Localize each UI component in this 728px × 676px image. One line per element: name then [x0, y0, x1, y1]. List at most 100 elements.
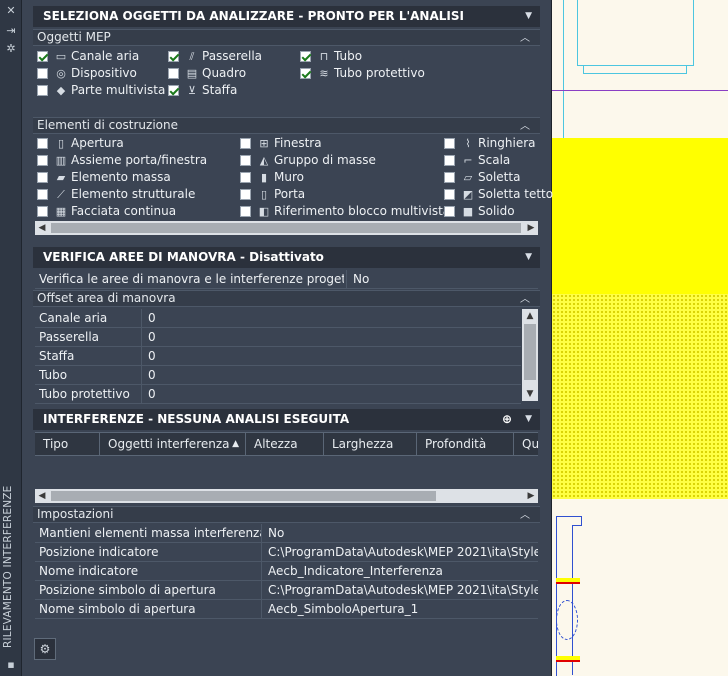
checkbox[interactable] — [240, 172, 251, 183]
cable-tray-icon: ⫽ — [189, 50, 195, 63]
scrollbar-thumb[interactable] — [51, 223, 521, 233]
column-header-objects[interactable]: Oggetti interferenza ▲ — [100, 433, 246, 455]
door-icon: ▯ — [260, 188, 268, 201]
settings-row[interactable]: Mantieni elementi massa interferenza all… — [35, 524, 538, 543]
maneuver-areas-header[interactable]: VERIFICA AREE DI MANOVRA - Disattivato ▼ — [33, 247, 540, 268]
property-value[interactable]: 0 — [141, 347, 519, 366]
pin-icon[interactable]: ⇥ — [3, 24, 19, 38]
group-title: Oggetti MEP — [37, 30, 111, 44]
solid-icon: ■ — [462, 205, 474, 218]
property-label: Tubo — [39, 368, 68, 382]
checkbox[interactable] — [300, 68, 311, 79]
chevron-up-icon[interactable]: ︿ — [520, 119, 530, 134]
zoom-icon[interactable]: ⊕ — [502, 409, 512, 430]
scroll-down-icon[interactable]: ▼ — [522, 387, 538, 401]
offset-row[interactable]: Passerella 0 — [35, 328, 521, 347]
scroll-left-icon[interactable]: ◀ — [35, 221, 49, 235]
checkbox[interactable] — [37, 189, 48, 200]
mep-objects-header[interactable]: Oggetti MEP ︿ — [33, 29, 540, 46]
offset-area-header[interactable]: Offset area di manovra ︿ — [33, 290, 540, 307]
palette-menu-icon[interactable]: ▪ — [3, 658, 19, 672]
building-elements-scrollbar[interactable]: ◀ ▶ — [35, 221, 538, 235]
property-value[interactable]: 0 — [141, 385, 519, 404]
property-label: Posizione simbolo di apertura — [39, 583, 216, 597]
offset-row[interactable]: Canale aria 0 — [35, 309, 521, 328]
property-value[interactable]: 0 — [141, 328, 519, 347]
property-value[interactable]: Aecb_SimboloApertura_1 — [261, 600, 538, 619]
checkbox-label: Soletta tetto — [478, 187, 554, 201]
chevron-up-icon[interactable]: ︿ — [520, 31, 530, 46]
checkbox[interactable] — [37, 155, 48, 166]
property-value[interactable]: No — [346, 270, 536, 289]
column-header-width[interactable]: Larghezza — [324, 433, 417, 455]
property-value[interactable]: C:\ProgramData\Autodesk\MEP 2021\ita\Sty… — [261, 581, 538, 600]
checkbox[interactable] — [37, 85, 48, 96]
settings-row[interactable]: Nome indicatore Aecb_Indicatore_Interfere… — [35, 562, 538, 581]
checkbox-label: Porta — [274, 187, 306, 201]
offset-row[interactable]: Tubo 0 — [35, 366, 521, 385]
chevron-down-icon[interactable]: ▼ — [525, 247, 532, 268]
scroll-right-icon[interactable]: ▶ — [524, 489, 538, 503]
checkbox[interactable] — [444, 138, 455, 149]
building-elements-header[interactable]: Elementi di costruzione ︿ — [33, 117, 540, 134]
interference-table-body[interactable] — [35, 456, 538, 488]
checkbox[interactable] — [37, 51, 48, 62]
scroll-right-icon[interactable]: ▶ — [524, 221, 538, 235]
offset-row[interactable]: Tubo protettivo 0 — [35, 385, 521, 404]
interference-header[interactable]: INTERFERENZE - NESSUNA ANALISI ESEGUITA … — [33, 409, 540, 430]
select-objects-header[interactable]: SELEZIONA OGGETTI DA ANALIZZARE - PRONTO… — [33, 6, 540, 27]
checkbox[interactable] — [444, 172, 455, 183]
checkbox[interactable] — [240, 189, 251, 200]
checkbox[interactable] — [168, 85, 179, 96]
interference-table-header: Tipo Oggetti interferenza ▲ Altezza Larg… — [35, 432, 538, 456]
property-value[interactable]: 0 — [141, 309, 519, 328]
palette-title-bar[interactable]: ✕ ⇥ ✲ RILEVAMENTO INTERFERENZE ▪ — [0, 0, 22, 676]
interference-table-scrollbar[interactable]: ◀ ▶ — [35, 489, 538, 503]
run-interference-check-button[interactable]: ⚙ — [34, 638, 56, 660]
scroll-up-icon[interactable]: ▲ — [522, 309, 538, 323]
chevron-down-icon[interactable]: ▼ — [525, 409, 532, 430]
maneuver-check-row[interactable]: Verifica le aree di manovra e le interfe… — [35, 270, 538, 289]
offset-row[interactable]: Staffa 0 — [35, 347, 521, 366]
checkbox[interactable] — [37, 172, 48, 183]
settings-row[interactable]: Posizione simbolo di apertura C:\ProgramD… — [35, 581, 538, 600]
checkbox[interactable] — [444, 189, 455, 200]
property-value[interactable]: 0 — [141, 366, 519, 385]
checkbox[interactable] — [444, 155, 455, 166]
device-icon: ◎ — [56, 67, 66, 80]
scrollbar-thumb[interactable] — [524, 324, 536, 380]
checkbox[interactable] — [37, 138, 48, 149]
property-value[interactable]: No — [261, 524, 538, 543]
checkbox[interactable] — [37, 206, 48, 217]
section-title: SELEZIONA OGGETTI DA ANALIZZARE - PRONTO… — [43, 9, 464, 23]
duct-icon: ▭ — [55, 50, 67, 63]
property-value[interactable]: C:\ProgramData\Autodesk\MEP 2021\ita\Sty… — [261, 543, 538, 562]
scrollbar-thumb[interactable] — [51, 491, 436, 501]
checkbox-label: Muro — [274, 170, 304, 184]
checkbox-label: Tubo protettivo — [334, 66, 425, 80]
checkbox[interactable] — [240, 155, 251, 166]
settings-icon[interactable]: ✲ — [3, 42, 19, 56]
checkbox[interactable] — [240, 206, 251, 217]
close-icon[interactable]: ✕ — [3, 4, 19, 18]
chevron-down-icon[interactable]: ▼ — [525, 6, 532, 27]
checkbox[interactable] — [240, 138, 251, 149]
column-header-quantity[interactable]: Qu — [514, 433, 538, 455]
checkbox[interactable] — [37, 68, 48, 79]
settings-row[interactable]: Posizione indicatore C:\ProgramData\Autod… — [35, 543, 538, 562]
offset-scrollbar[interactable]: ▲ ▼ — [522, 309, 538, 401]
settings-header[interactable]: Impostazioni ︿ — [33, 506, 540, 523]
checkbox[interactable] — [444, 206, 455, 217]
column-header-height[interactable]: Altezza — [246, 433, 324, 455]
column-header-type[interactable]: Tipo — [35, 433, 100, 455]
chevron-up-icon[interactable]: ︿ — [520, 292, 530, 307]
column-header-depth[interactable]: Profondità — [417, 433, 514, 455]
settings-row[interactable]: Nome simbolo di apertura Aecb_SimboloAper… — [35, 600, 538, 619]
checkbox[interactable] — [168, 51, 179, 62]
scroll-left-icon[interactable]: ◀ — [35, 489, 49, 503]
checkbox[interactable] — [168, 68, 179, 79]
checkbox[interactable] — [300, 51, 311, 62]
chevron-up-icon[interactable]: ︿ — [520, 508, 530, 523]
property-value[interactable]: Aecb_Indicatore_Interferenza — [261, 562, 538, 581]
mass-element-icon: ▰ — [56, 171, 66, 184]
